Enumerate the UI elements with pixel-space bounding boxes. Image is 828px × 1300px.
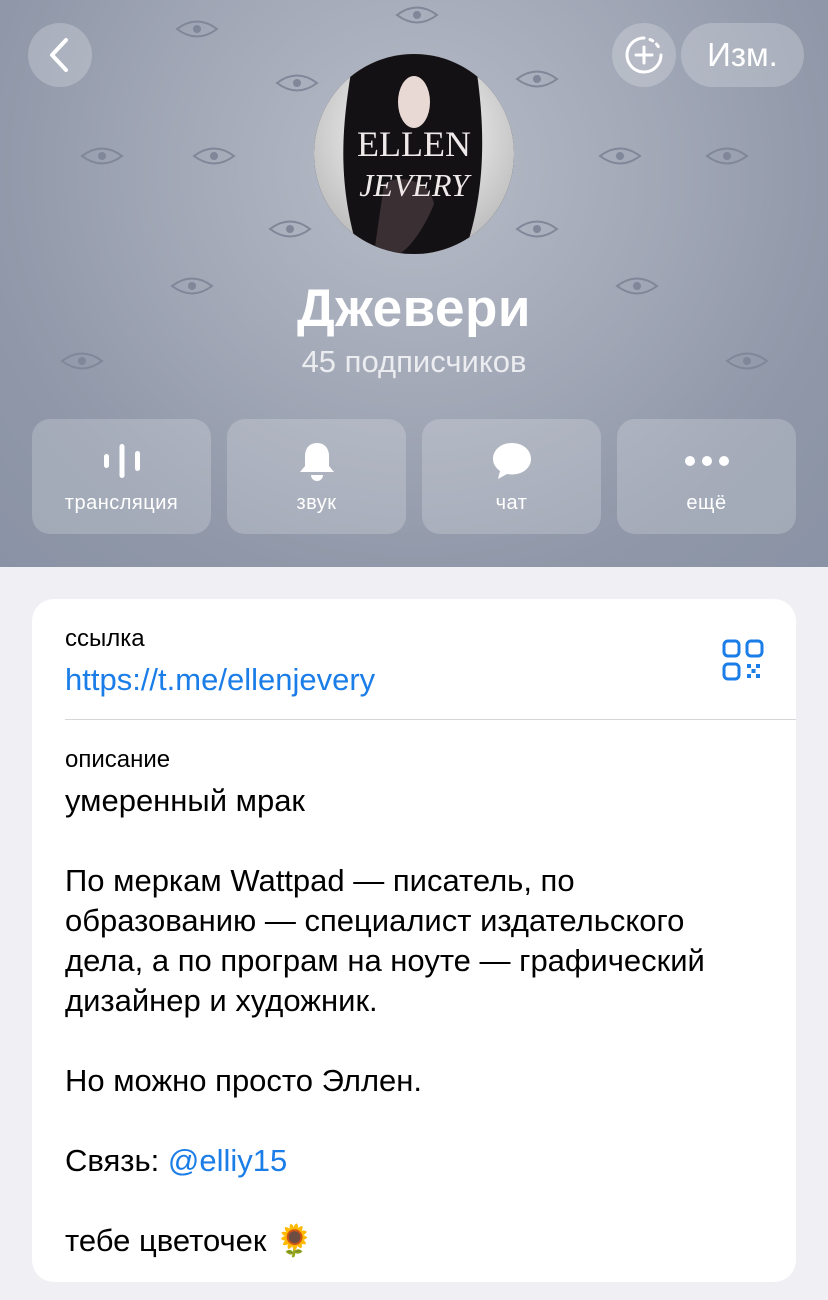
bell-icon (299, 443, 334, 481)
chat-bubble-icon (492, 443, 531, 479)
chat-button[interactable]: чат (422, 419, 601, 534)
pattern-eye-icon (275, 74, 319, 92)
channel-title: Джевери (297, 279, 531, 338)
more-dots-icon (684, 456, 729, 466)
avatar-image: ELLEN JEVERY (314, 54, 514, 254)
chat-label: чат (495, 492, 528, 514)
description-line: умеренный мрак (65, 783, 305, 818)
edit-button[interactable]: Изм. (681, 23, 804, 87)
more-label: ещё (686, 492, 727, 514)
channel-avatar[interactable]: ELLEN JEVERY (314, 54, 514, 254)
pattern-eye-icon (268, 220, 312, 238)
pattern-eye-icon (175, 20, 219, 38)
pattern-eye-icon (192, 147, 236, 165)
divider (65, 719, 796, 720)
pattern-eye-icon (515, 220, 559, 238)
link-label: ссылка (65, 625, 145, 652)
pattern-eye-icon (705, 147, 749, 165)
pattern-eye-icon (515, 70, 559, 88)
back-button[interactable] (28, 23, 92, 87)
contact-mention-link[interactable]: @elliy15 (168, 1143, 287, 1178)
contact-line: Связь: @elliy15 (65, 1141, 765, 1181)
description-line: По меркам Wattpad — писатель, по (65, 863, 575, 898)
description-line: Но можно просто Эллен. (65, 1063, 423, 1098)
description-line: дела, а по програм на ноуте — графически… (65, 943, 705, 978)
description-line: образованию — специалист издательского (65, 903, 685, 938)
contact-prefix: Связь: (65, 1143, 168, 1178)
profile-header: Изм. ELLEN JEVERY Джевери 45 подписчиков (0, 0, 828, 567)
pattern-eye-icon (598, 147, 642, 165)
broadcast-button[interactable]: трансляция (32, 419, 211, 534)
subscriber-count: 45 подписчиков (301, 344, 527, 379)
add-story-button[interactable] (612, 23, 676, 87)
sound-button[interactable]: звук (227, 419, 406, 534)
channel-link[interactable]: https://t.me/ellenjevery (65, 662, 375, 698)
pattern-eye-icon (395, 6, 439, 24)
description-line: тебе цветочек 🌻 (65, 1223, 314, 1258)
description-label: описание (65, 746, 171, 773)
qr-code-icon[interactable] (722, 639, 764, 681)
broadcast-icon (103, 444, 140, 478)
add-story-icon (625, 36, 663, 74)
chevron-left-icon (50, 38, 68, 72)
avatar-text-line1: ELLEN (357, 124, 471, 164)
sound-label: звук (296, 492, 337, 514)
pattern-eye-icon (80, 147, 124, 165)
avatar-text-line2: JEVERY (359, 167, 472, 203)
more-button[interactable]: ещё (617, 419, 796, 534)
description-line: дизайнер и художник. (65, 983, 378, 1018)
info-card: ссылка https://t.me/ellenjevery описание… (32, 599, 796, 1282)
broadcast-label: трансляция (64, 492, 179, 514)
description-text: умеренный мрак По меркам Wattpad — писат… (65, 781, 765, 1261)
